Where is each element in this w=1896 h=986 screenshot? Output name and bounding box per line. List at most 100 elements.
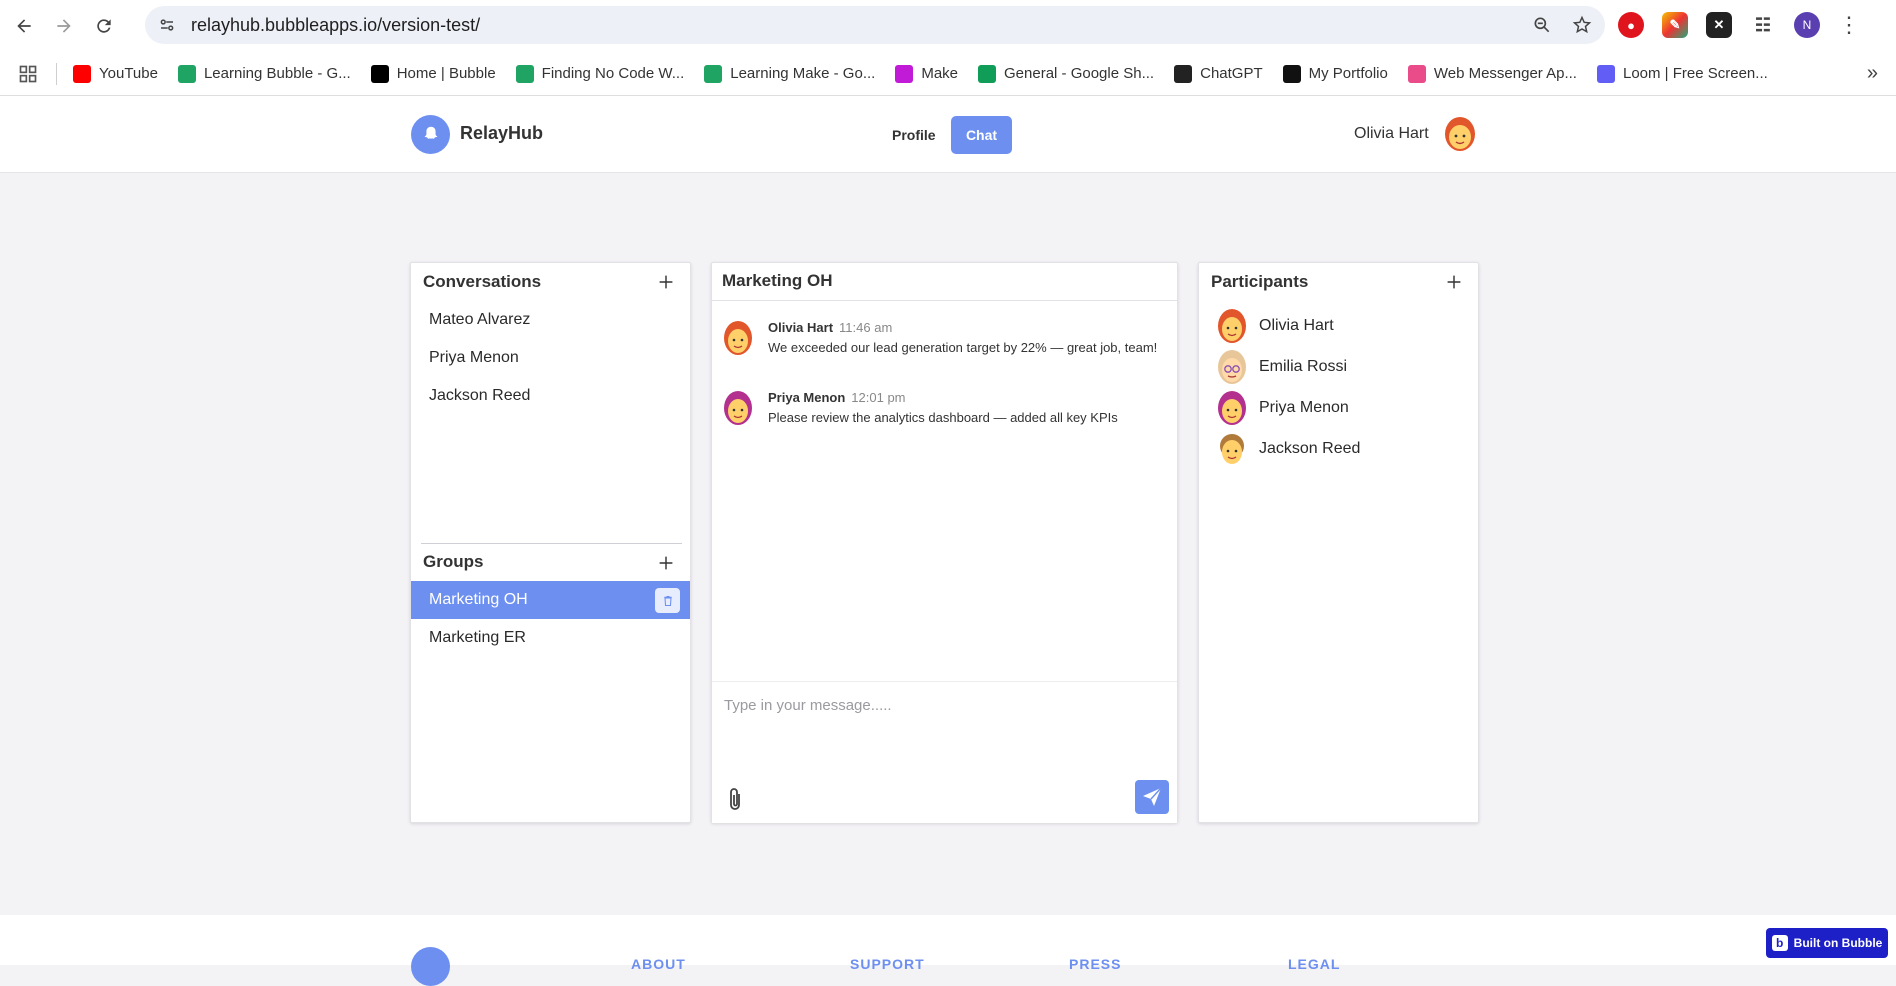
url-text[interactable]: relayhub.bubbleapps.io/version-test/ bbox=[191, 15, 480, 36]
participant-name: Emilia Rossi bbox=[1259, 358, 1348, 375]
group-item[interactable]: Marketing ER bbox=[411, 619, 690, 657]
bookmark-item[interactable]: YouTube bbox=[73, 64, 158, 83]
bookmark-item[interactable]: Web Messenger Ap... bbox=[1407, 64, 1577, 83]
chatgpt-icon bbox=[1174, 64, 1193, 83]
participant-item[interactable]: Emilia Rossi bbox=[1217, 348, 1457, 388]
bookmark-star-icon[interactable] bbox=[1569, 12, 1595, 38]
bookmark-label: General - Google Sh... bbox=[1004, 65, 1155, 82]
footer-link-legal[interactable]: LEGAL bbox=[1288, 956, 1340, 972]
participant-name: Olivia Hart bbox=[1259, 317, 1334, 334]
browser-menu-icon[interactable]: ⋮ bbox=[1838, 12, 1860, 38]
footer-link-press[interactable]: PRESS bbox=[1069, 956, 1121, 972]
bookmark-item[interactable]: ChatGPT bbox=[1174, 64, 1263, 83]
bookmark-label: Learning Make - Go... bbox=[730, 65, 876, 82]
nav-chat-button[interactable]: Chat bbox=[951, 116, 1012, 154]
zoom-icon[interactable] bbox=[1529, 12, 1555, 38]
bookmark-item[interactable]: Learning Bubble - G... bbox=[177, 64, 351, 83]
make-icon bbox=[895, 64, 914, 83]
message-author: Olivia Hart bbox=[768, 320, 834, 335]
message-text: We exceeded our lead generation target b… bbox=[768, 340, 1158, 355]
bookmarks-bar: YouTube Learning Bubble - G... Home | Bubb… bbox=[0, 52, 1896, 96]
message-input[interactable] bbox=[722, 690, 1162, 720]
bookmark-item[interactable]: Make bbox=[895, 64, 958, 83]
current-user-avatar[interactable] bbox=[1443, 115, 1477, 153]
participant-avatar bbox=[1217, 307, 1247, 345]
add-group-button[interactable] bbox=[655, 552, 677, 574]
participant-item[interactable]: Olivia Hart bbox=[1217, 307, 1457, 347]
trash-icon bbox=[663, 595, 672, 606]
reload-icon[interactable] bbox=[86, 8, 122, 44]
bookmark-label: YouTube bbox=[99, 65, 158, 82]
participants-panel: Participants Olivia Hart Emilia Rossi Pr… bbox=[1198, 262, 1479, 823]
delete-group-button[interactable] bbox=[655, 588, 680, 613]
participant-name: Priya Menon bbox=[1259, 399, 1349, 416]
message-time: 11:46 am bbox=[839, 320, 893, 335]
bookmarks-overflow-icon[interactable]: » bbox=[1867, 62, 1878, 85]
bookmark-item[interactable]: Home | Bubble bbox=[370, 64, 496, 83]
footer-link-about[interactable]: ABOUT bbox=[631, 956, 686, 972]
conversation-item[interactable]: Mateo Alvarez bbox=[429, 311, 530, 329]
google-drive-icon bbox=[177, 64, 196, 83]
google-drive-icon bbox=[515, 64, 534, 83]
bookmark-label: My Portfolio bbox=[1308, 65, 1388, 82]
group-item-label: Marketing OH bbox=[429, 591, 528, 608]
message-composer bbox=[712, 681, 1177, 823]
colorpicker-extension-icon[interactable]: ✎ bbox=[1662, 12, 1688, 38]
footer-link-support[interactable]: SUPPORT bbox=[850, 956, 925, 972]
bookmark-label: Loom | Free Screen... bbox=[1622, 65, 1768, 82]
bookmark-label: Web Messenger Ap... bbox=[1433, 65, 1577, 82]
site-info-icon[interactable] bbox=[151, 9, 183, 41]
muted-extension-icon[interactable]: ✕ bbox=[1706, 12, 1732, 38]
bookmark-item[interactable]: My Portfolio bbox=[1282, 64, 1388, 83]
bookmark-item[interactable]: Loom | Free Screen... bbox=[1596, 64, 1768, 83]
send-icon bbox=[1143, 787, 1162, 806]
message-avatar[interactable] bbox=[722, 389, 754, 427]
conversations-panel: Conversations Mateo Alvarez Priya Menon … bbox=[410, 262, 691, 823]
message-time: 12:01 pm bbox=[851, 390, 906, 405]
current-user-name[interactable]: Olivia Hart bbox=[1354, 125, 1429, 143]
notion-icon bbox=[1282, 64, 1301, 83]
relayhub-logo-icon[interactable] bbox=[411, 115, 450, 154]
participant-avatar bbox=[1217, 348, 1247, 386]
adblock-extension-icon[interactable]: ● bbox=[1618, 12, 1644, 38]
group-item-active[interactable]: Marketing OH bbox=[411, 581, 690, 619]
apps-grid-icon[interactable] bbox=[16, 62, 40, 86]
groups-divider bbox=[421, 543, 682, 544]
bookmark-label: Finding No Code W... bbox=[541, 65, 685, 82]
loom-icon bbox=[1596, 64, 1615, 83]
bookmark-item[interactable]: General - Google Sh... bbox=[978, 64, 1155, 83]
chat-panel: Marketing OH Olivia Hart 11:46 am We exce… bbox=[711, 262, 1178, 823]
chat-message: Priya Menon 12:01 pm Please review the an… bbox=[722, 389, 1162, 431]
conversation-item[interactable]: Jackson Reed bbox=[429, 387, 530, 405]
footer-logo-icon[interactable] bbox=[411, 947, 450, 986]
nav-profile-link[interactable]: Profile bbox=[880, 117, 948, 153]
profile-avatar[interactable]: N bbox=[1794, 12, 1820, 38]
youtube-icon bbox=[73, 64, 91, 83]
bookmark-label: ChatGPT bbox=[1200, 65, 1263, 82]
address-bar[interactable]: relayhub.bubbleapps.io/version-test/ bbox=[145, 6, 1605, 44]
add-conversation-button[interactable] bbox=[655, 271, 677, 293]
built-on-bubble-badge[interactable]: b Built on Bubble bbox=[1766, 928, 1888, 958]
participant-item[interactable]: Priya Menon bbox=[1217, 389, 1457, 429]
attachment-icon[interactable] bbox=[724, 786, 746, 814]
forward-icon[interactable] bbox=[46, 8, 82, 44]
participant-item[interactable]: Jackson Reed bbox=[1217, 430, 1457, 470]
bookmark-label: Home | Bubble bbox=[396, 65, 496, 82]
bookmark-item[interactable]: Learning Make - Go... bbox=[704, 64, 876, 83]
conversation-item[interactable]: Priya Menon bbox=[429, 349, 519, 367]
bookmark-item[interactable]: Finding No Code W... bbox=[515, 64, 685, 83]
participant-avatar bbox=[1217, 389, 1247, 427]
dribbble-icon bbox=[1407, 64, 1426, 83]
group-item-label: Marketing ER bbox=[429, 629, 526, 646]
back-icon[interactable] bbox=[6, 8, 42, 44]
browser-toolbar: relayhub.bubbleapps.io/version-test/ ● ✎… bbox=[0, 0, 1896, 52]
send-button[interactable] bbox=[1135, 780, 1169, 814]
bubble-logo-icon: b bbox=[1771, 935, 1788, 951]
groups-title: Groups bbox=[423, 552, 484, 571]
extensions-puzzle-icon[interactable]: ☷ bbox=[1750, 12, 1776, 38]
conversations-title: Conversations bbox=[423, 272, 542, 291]
page-footer: ABOUT SUPPORT PRESS LEGAL bbox=[0, 915, 1896, 986]
message-avatar[interactable] bbox=[722, 319, 754, 357]
app-name[interactable]: RelayHub bbox=[460, 123, 543, 144]
add-participant-button[interactable] bbox=[1443, 271, 1465, 293]
